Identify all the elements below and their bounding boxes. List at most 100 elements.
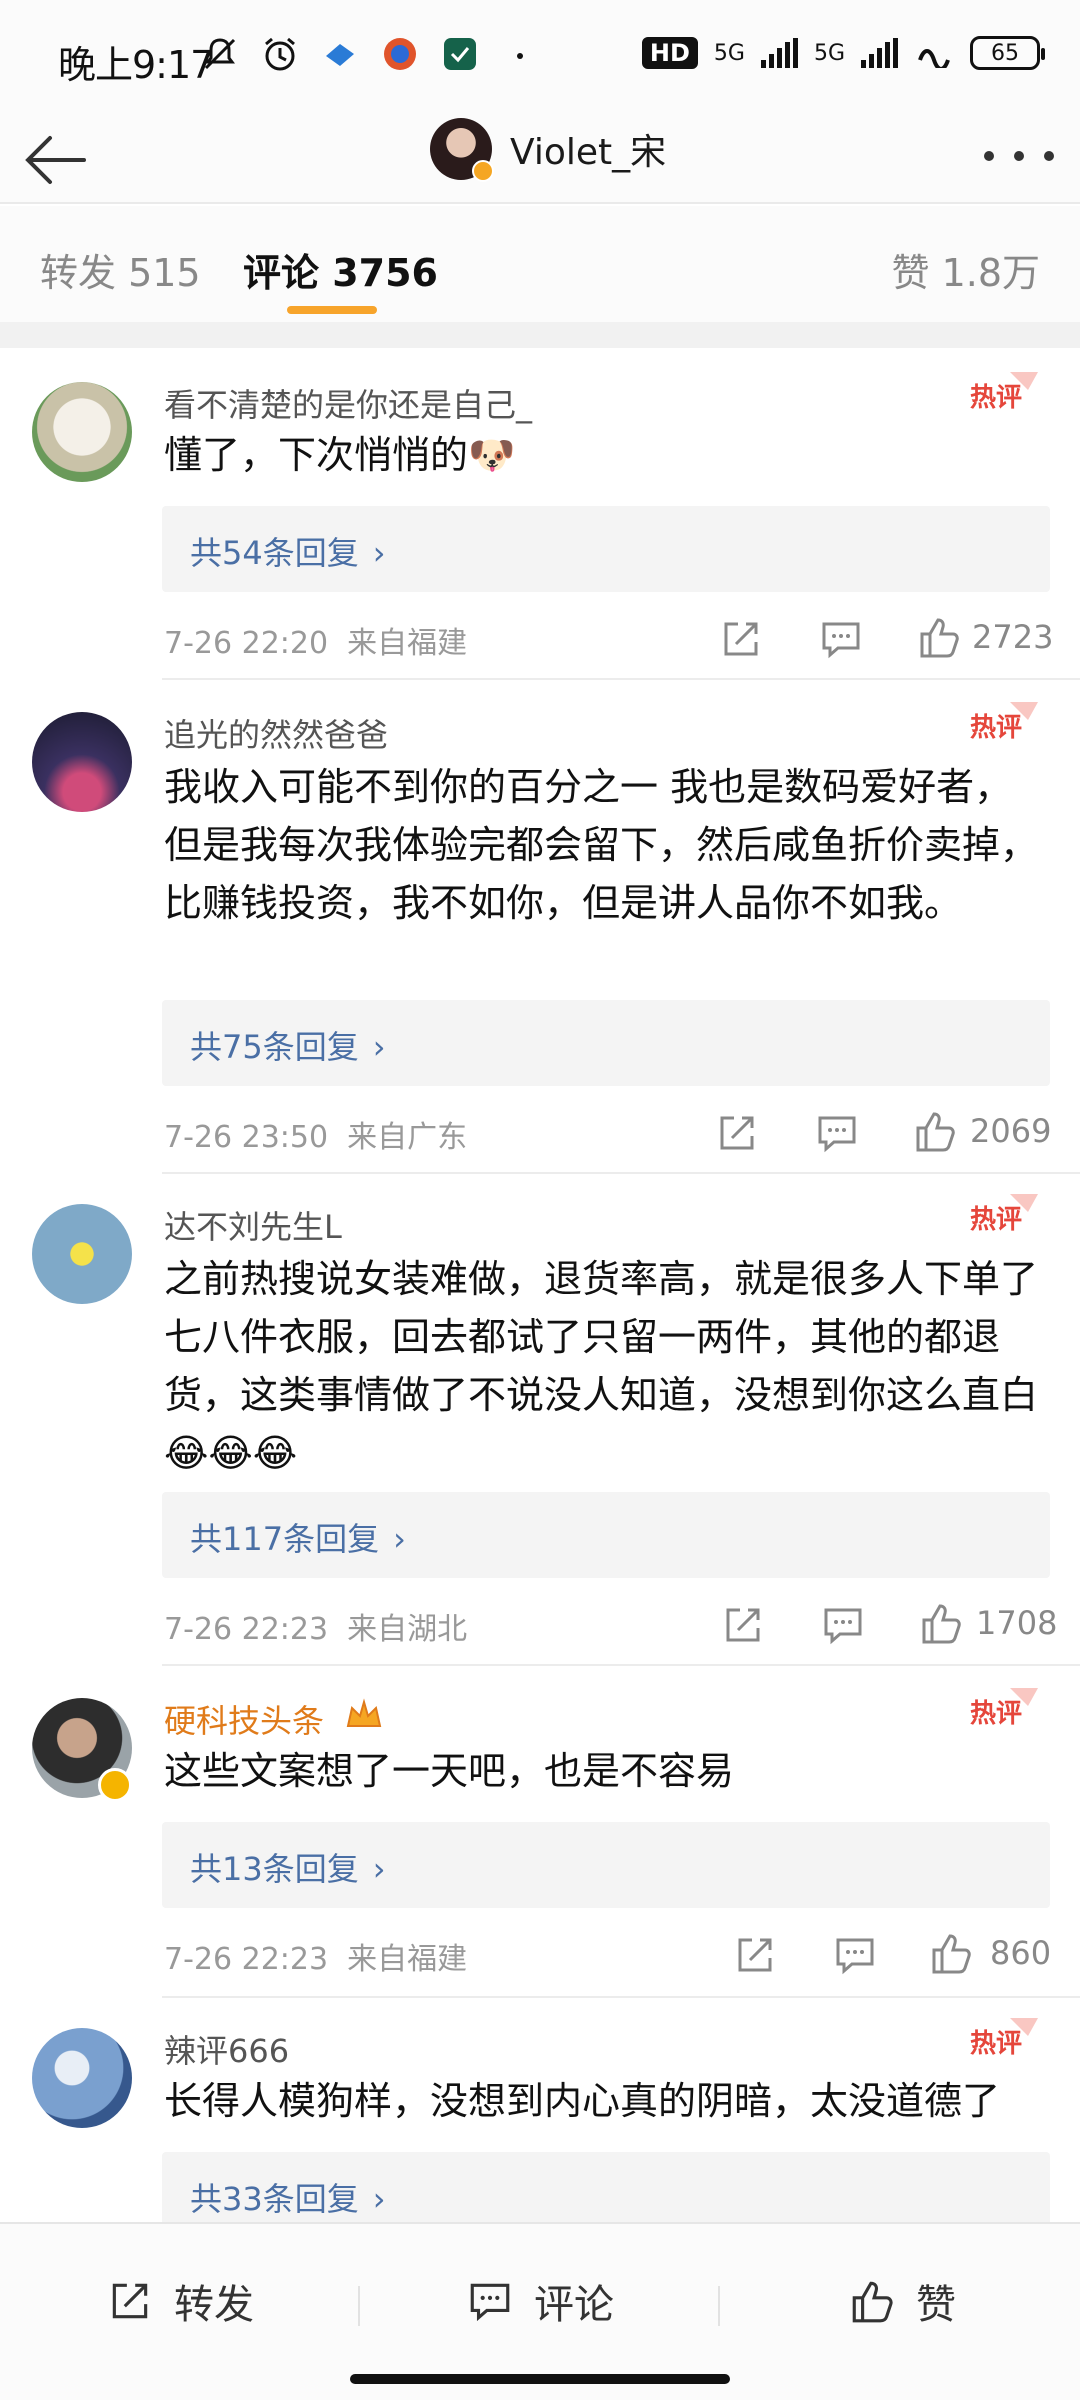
comment-meta: 7-26 23:50 来自广东 [164, 1120, 468, 1155]
comment-meta: 7-26 22:23 来自福建 [164, 1942, 468, 1977]
signal-icon [861, 38, 898, 68]
like-icon[interactable] [912, 1108, 958, 1154]
avatar[interactable] [430, 118, 494, 182]
comment-author[interactable]: 辣评666 [164, 2026, 289, 2072]
hd-badge: HD [641, 37, 698, 69]
network-label: 5G [713, 40, 745, 66]
app-notification-icon [444, 38, 476, 70]
like-count: 860 [990, 1934, 1052, 1972]
hot-comment-badge: 热评 [970, 372, 1038, 413]
more-dot-icon [517, 53, 523, 59]
divider [162, 1172, 1080, 1174]
hot-comment-badge: 热评 [970, 702, 1038, 743]
comment-icon[interactable] [832, 1932, 878, 1978]
repost-button[interactable]: 转发 [106, 2272, 254, 2330]
share-icon[interactable] [714, 1110, 760, 1156]
chevron-right-icon: › [372, 1850, 386, 1888]
post-author[interactable]: Violet_宋 [430, 118, 666, 182]
verified-badge-icon [98, 1768, 132, 1802]
status-time: 晚上9:17 [58, 43, 214, 87]
comment-text: 懂了，下次悄悄的🐶 [164, 433, 516, 477]
like-count: 2069 [970, 1112, 1052, 1150]
replies-count: 共75条回复 [190, 1028, 359, 1066]
replies-link[interactable]: 共75条回复 › [162, 1000, 1050, 1086]
hot-comment-badge: 热评 [970, 1688, 1038, 1729]
tab-comments[interactable]: 评论 3756 [243, 242, 438, 297]
back-arrow-icon[interactable] [20, 124, 92, 196]
app-notification-icon [384, 38, 416, 70]
comment-meta: 7-26 22:23 来自湖北 [164, 1612, 468, 1647]
avatar[interactable] [32, 382, 132, 482]
status-right-icons: HD 5G 5G 65 [641, 36, 1045, 70]
avatar[interactable] [32, 712, 132, 812]
comment-author[interactable]: 追光的然然爸爸 [164, 710, 388, 756]
svg-text:热评: 热评 [970, 1205, 1022, 1235]
replies-link[interactable]: 共13条回复 › [162, 1822, 1050, 1908]
comment-icon[interactable] [820, 1602, 866, 1648]
status-notification-icons [200, 34, 540, 74]
author-name[interactable]: Violet_宋 [510, 123, 666, 175]
tab-likes[interactable]: 赞 1.8万 [891, 242, 1040, 297]
comment-icon[interactable] [814, 1110, 860, 1156]
crown-icon [346, 1698, 382, 1727]
like-count: 2723 [972, 618, 1054, 656]
alarm-icon [265, 37, 295, 71]
svg-text:热评: 热评 [970, 2029, 1022, 2059]
status-bar: 晚上9:17 HD 5G 5G 65 [0, 0, 1080, 112]
like-icon [852, 2281, 893, 2323]
battery-icon: 65 [970, 36, 1045, 70]
tab-active-indicator [287, 306, 377, 314]
comment-text: 之前热搜说女装难做，退货率高，就是很多人下单了七八件衣服，回去都试了只留一两件，… [164, 1257, 1039, 1475]
tab-bar: 转发 515 评论 3756 赞 1.8万 [0, 206, 1080, 322]
like-icon[interactable] [928, 1930, 974, 1976]
verified-badge-icon [472, 160, 494, 182]
tab-repost[interactable]: 转发 515 [40, 242, 201, 297]
like-label: 赞 [916, 2282, 956, 2328]
chevron-right-icon: › [372, 2180, 386, 2218]
replies-count: 共117条回复 [190, 1520, 380, 1558]
comment-button[interactable]: 评论 [466, 2272, 614, 2330]
share-icon[interactable] [720, 1602, 766, 1648]
share-icon[interactable] [732, 1932, 778, 1978]
comment-author[interactable]: 硬科技头条 [164, 1696, 324, 1742]
hotspot-icon [918, 49, 950, 68]
divider [162, 678, 1080, 680]
comment-icon [470, 2283, 510, 2322]
separator-strip [0, 322, 1080, 348]
divider [718, 2286, 720, 2326]
network-label: 5G [813, 40, 845, 66]
mute-icon [204, 38, 236, 70]
hot-comment-badge: 热评 [970, 2018, 1038, 2059]
replies-link[interactable]: 共117条回复 › [162, 1492, 1050, 1578]
comment-text: 这些文案想了一天吧，也是不容易 [164, 1749, 735, 1793]
signal-icon [760, 38, 798, 68]
comment-meta: 7-26 22:20 来自福建 [164, 626, 468, 661]
repost-label: 转发 [174, 2282, 254, 2328]
divider [162, 1996, 1080, 1998]
share-icon [112, 2283, 148, 2319]
divider [358, 2286, 360, 2326]
share-icon[interactable] [718, 616, 764, 662]
replies-count: 共54条回复 [190, 534, 359, 572]
replies-link[interactable]: 共54条回复 › [162, 506, 1050, 592]
divider [162, 1664, 1080, 1666]
hot-comment-badge: 热评 [970, 1194, 1038, 1235]
svg-text:热评: 热评 [970, 713, 1022, 743]
like-icon[interactable] [916, 614, 962, 660]
more-options-button[interactable] [984, 134, 1054, 178]
comment-author[interactable]: 看不清楚的是你还是自己_ [164, 380, 532, 426]
home-indicator[interactable] [350, 2374, 730, 2384]
avatar[interactable] [32, 2028, 132, 2128]
svg-text:热评: 热评 [970, 1699, 1022, 1729]
title-bar: Violet_宋 [0, 112, 1080, 204]
comment-icon[interactable] [818, 616, 864, 662]
replies-count: 共13条回复 [190, 1850, 359, 1888]
comment-author[interactable]: 达不刘先生L [164, 1202, 342, 1248]
replies-count: 共33条回复 [190, 2180, 359, 2218]
like-icon[interactable] [918, 1600, 964, 1646]
avatar[interactable] [32, 1204, 132, 1304]
svg-text:热评: 热评 [970, 383, 1022, 413]
chevron-right-icon: › [372, 534, 386, 572]
like-button[interactable]: 赞 [848, 2272, 956, 2330]
comment-label: 评论 [534, 2282, 614, 2328]
